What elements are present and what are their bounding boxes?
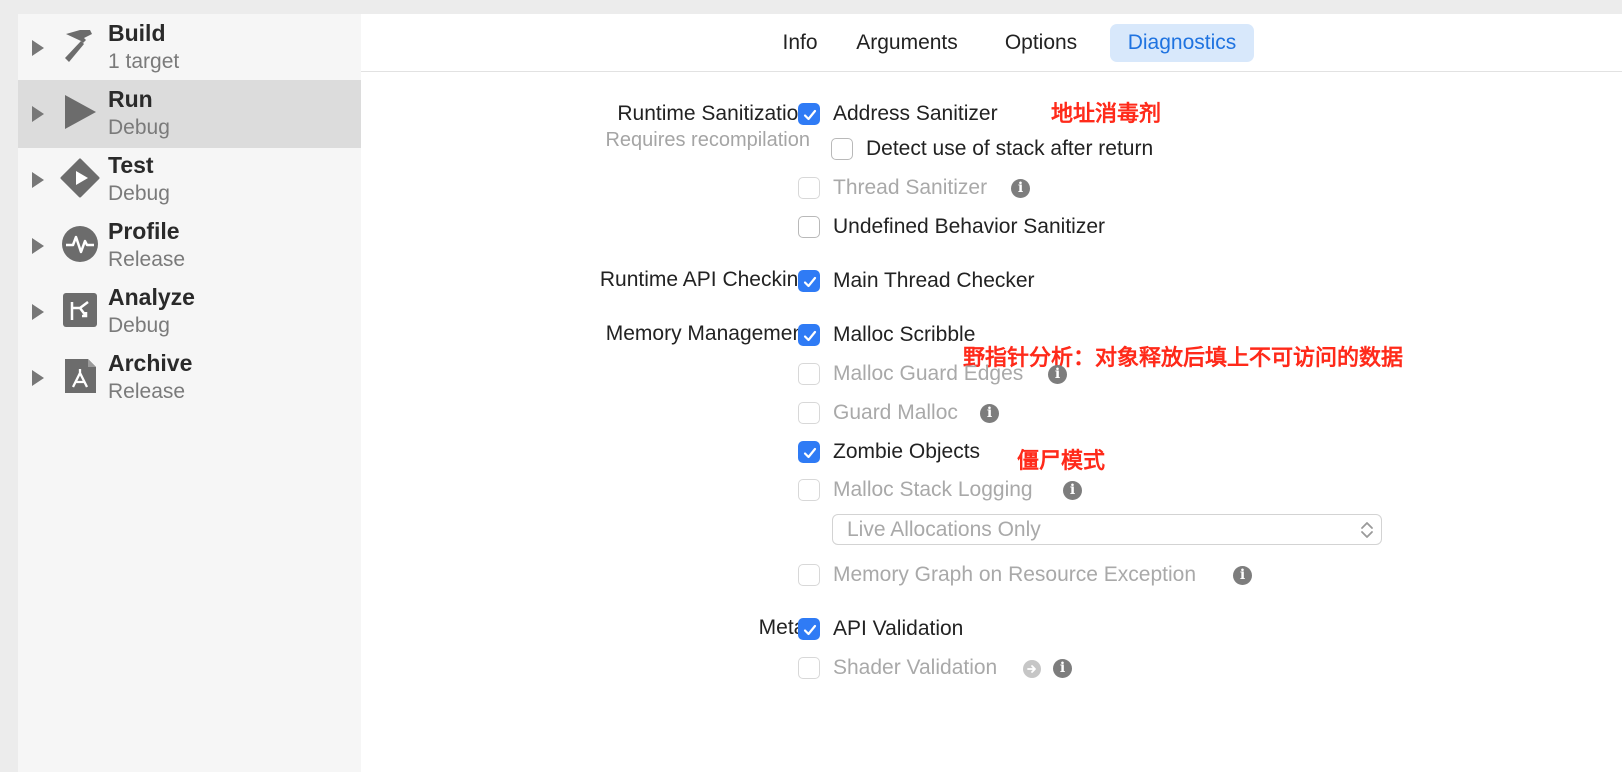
checkmark-icon bbox=[803, 276, 817, 288]
api-validation-label: API Validation bbox=[833, 617, 964, 640]
scheme-action-sidebar: Build 1 target Run Debug Test Debug Prof… bbox=[18, 14, 362, 772]
section-label-memory-management: Memory Management bbox=[605, 322, 810, 345]
sidebar-item-subtitle: Debug bbox=[108, 116, 170, 139]
shader-validation-label: Shader Validation bbox=[833, 656, 998, 679]
detect-stack-after-return-label: Detect use of stack after return bbox=[866, 137, 1154, 160]
sidebar-item-subtitle: Release bbox=[108, 380, 186, 403]
checkmark-icon bbox=[803, 624, 817, 636]
info-icon[interactable]: i bbox=[1053, 659, 1072, 678]
sidebar-item-run[interactable]: Run Debug bbox=[18, 80, 361, 148]
guard-malloc-checkbox[interactable] bbox=[798, 402, 820, 424]
annotation-malloc-scribble: 野指针分析：对象释放后填上不可访问的数据 bbox=[963, 346, 1404, 371]
sidebar-item-title: Profile bbox=[108, 218, 180, 244]
malloc-guard-edges-label: Malloc Guard Edges bbox=[833, 362, 1024, 385]
arrow-right-circle-icon[interactable] bbox=[1023, 660, 1041, 678]
disclosure-triangle-icon[interactable] bbox=[32, 40, 44, 56]
malloc-scribble-label: Malloc Scribble bbox=[833, 323, 976, 346]
address-sanitizer-checkbox[interactable] bbox=[798, 103, 820, 125]
allocations-popup-label: Live Allocations Only bbox=[847, 518, 1041, 541]
malloc-stack-logging-label: Malloc Stack Logging bbox=[833, 478, 1033, 501]
tab-bar: Info Arguments Options Diagnostics bbox=[361, 14, 1622, 72]
diagnostics-panel: Info Arguments Options Diagnostics Runti… bbox=[361, 14, 1622, 772]
sidebar-item-analyze[interactable]: Analyze Debug bbox=[18, 278, 361, 346]
tab-options[interactable]: Options bbox=[989, 24, 1093, 62]
main-thread-checker-label: Main Thread Checker bbox=[833, 269, 1035, 292]
zombie-objects-checkbox[interactable] bbox=[798, 441, 820, 463]
disclosure-triangle-icon[interactable] bbox=[32, 172, 44, 188]
sidebar-item-subtitle: 1 target bbox=[108, 50, 180, 73]
annotation-zombie-objects: 僵尸模式 bbox=[1017, 449, 1106, 474]
annotation-address-sanitizer: 地址消毒剂 bbox=[1051, 102, 1162, 127]
sidebar-item-title: Test bbox=[108, 152, 154, 178]
disclosure-triangle-icon[interactable] bbox=[32, 238, 44, 254]
disclosure-triangle-icon[interactable] bbox=[32, 370, 44, 386]
memory-graph-checkbox[interactable] bbox=[798, 564, 820, 586]
sidebar-item-test[interactable]: Test Debug bbox=[18, 146, 361, 214]
disclosure-triangle-icon[interactable] bbox=[32, 304, 44, 320]
undefined-behavior-sanitizer-checkbox[interactable] bbox=[798, 216, 820, 238]
checkmark-icon bbox=[803, 330, 817, 342]
analyze-icon bbox=[63, 293, 97, 327]
section-sublabel-requires-recompilation: Requires recompilation bbox=[605, 129, 810, 151]
hammer-icon bbox=[65, 30, 92, 62]
info-icon[interactable]: i bbox=[1011, 179, 1030, 198]
play-icon bbox=[65, 95, 96, 129]
address-sanitizer-label: Address Sanitizer bbox=[833, 102, 998, 125]
info-icon[interactable]: i bbox=[1048, 365, 1067, 384]
main-thread-checker-checkbox[interactable] bbox=[798, 270, 820, 292]
archive-icon bbox=[65, 359, 96, 393]
sidebar-item-subtitle: Release bbox=[108, 248, 186, 271]
sidebar-item-title: Analyze bbox=[108, 284, 195, 310]
thread-sanitizer-label: Thread Sanitizer bbox=[833, 176, 988, 199]
sidebar-item-profile[interactable]: Profile Release bbox=[18, 212, 361, 280]
tab-diagnostics[interactable]: Diagnostics bbox=[1110, 24, 1254, 62]
memory-graph-label: Memory Graph on Resource Exception bbox=[833, 563, 1196, 586]
tab-info[interactable]: Info bbox=[769, 24, 831, 62]
malloc-stack-logging-checkbox[interactable] bbox=[798, 479, 820, 501]
info-icon[interactable]: i bbox=[1233, 566, 1252, 585]
allocations-popup-button[interactable]: Live Allocations Only bbox=[832, 514, 1382, 545]
zombie-objects-label: Zombie Objects bbox=[833, 440, 981, 463]
info-icon[interactable]: i bbox=[1063, 481, 1082, 500]
undefined-behavior-sanitizer-label: Undefined Behavior Sanitizer bbox=[833, 215, 1105, 238]
disclosure-triangle-icon[interactable] bbox=[32, 106, 44, 122]
sidebar-item-title: Build bbox=[108, 20, 166, 46]
api-validation-checkbox[interactable] bbox=[798, 618, 820, 640]
checkmark-icon bbox=[803, 109, 817, 121]
chevron-up-down-icon bbox=[1361, 522, 1373, 538]
sidebar-item-subtitle: Debug bbox=[108, 314, 170, 337]
section-label-runtime-sanitization: Runtime Sanitization bbox=[617, 102, 810, 125]
waveform-icon bbox=[62, 226, 98, 262]
info-icon[interactable]: i bbox=[980, 404, 999, 423]
checkmark-icon bbox=[803, 447, 817, 459]
sidebar-item-subtitle: Debug bbox=[108, 182, 170, 205]
malloc-scribble-checkbox[interactable] bbox=[798, 324, 820, 346]
tab-arguments[interactable]: Arguments bbox=[843, 24, 971, 62]
shader-validation-checkbox[interactable] bbox=[798, 657, 820, 679]
sidebar-item-title: Run bbox=[108, 86, 153, 112]
guard-malloc-label: Guard Malloc bbox=[833, 401, 958, 424]
section-label-runtime-api-checking: Runtime API Checking bbox=[599, 268, 810, 291]
sidebar-item-build[interactable]: Build 1 target bbox=[18, 14, 361, 82]
thread-sanitizer-checkbox[interactable] bbox=[798, 177, 820, 199]
test-diamond-icon bbox=[60, 158, 100, 198]
sidebar-item-archive[interactable]: Archive Release bbox=[18, 344, 361, 412]
sidebar-item-title: Archive bbox=[108, 350, 193, 376]
detect-stack-after-return-checkbox[interactable] bbox=[831, 138, 853, 160]
malloc-guard-edges-checkbox[interactable] bbox=[798, 363, 820, 385]
